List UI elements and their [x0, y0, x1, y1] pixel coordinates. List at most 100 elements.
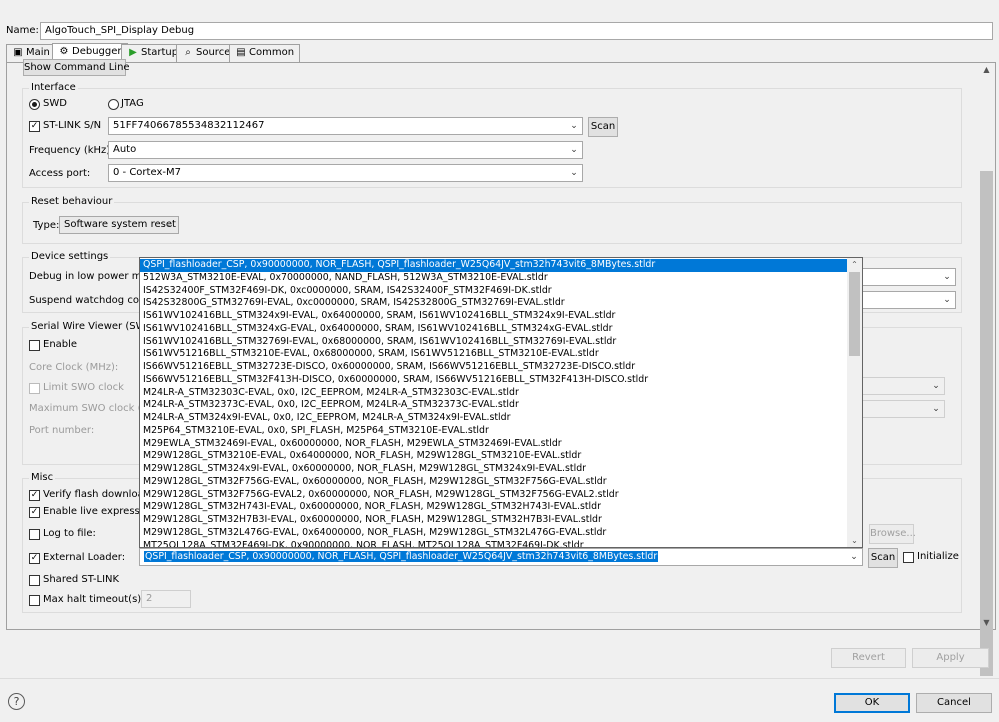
- log-to-file-label: Log to file:: [43, 528, 96, 539]
- name-input[interactable]: AlgoTouch_SPI_Display Debug: [40, 22, 993, 40]
- scan-stlink-button[interactable]: Scan: [588, 117, 618, 137]
- swo-select-2[interactable]: ⌄: [862, 400, 945, 418]
- play-icon: ▶: [129, 47, 137, 58]
- dropdown-option[interactable]: IS61WV102416BLL_STM324x9I-EVAL, 0x640000…: [140, 310, 847, 323]
- low-power-label: Debug in low power mod: [29, 271, 154, 282]
- low-power-select[interactable]: ⌄: [862, 268, 956, 286]
- shared-stlink-label: Shared ST-LINK: [43, 574, 120, 585]
- dropdown-list: QSPI_flashloader_CSP, 0x90000000, NOR_FL…: [140, 259, 847, 548]
- tab-source[interactable]: ⌕ Source: [176, 44, 237, 62]
- jtag-radio[interactable]: [108, 99, 119, 110]
- access-port-select[interactable]: 0 - Cortex-M7 ⌄: [108, 164, 583, 182]
- limit-swo-label: Limit SWO clock: [43, 382, 124, 393]
- browse-button[interactable]: Browse...: [869, 524, 916, 544]
- dropdown-scroll-up-icon[interactable]: ⌃: [847, 258, 862, 271]
- external-loader-select[interactable]: QSPI_flashloader_CSP, 0x90000000, NOR_FL…: [139, 548, 863, 566]
- dropdown-scroll-down-icon[interactable]: ⌄: [847, 534, 862, 547]
- stlink-sn-checkbox[interactable]: ✓: [29, 121, 40, 132]
- shared-stlink-checkbox[interactable]: [29, 575, 40, 586]
- reset-title: Reset behaviour: [29, 195, 115, 209]
- chevron-down-icon: ⌄: [932, 381, 940, 391]
- panel-scroll-thumb[interactable]: [980, 171, 993, 676]
- dropdown-option[interactable]: QSPI_flashloader_CSP, 0x90000000, NOR_FL…: [140, 259, 847, 272]
- scroll-down-icon[interactable]: ▼: [978, 616, 995, 629]
- scan-loader-button[interactable]: Scan: [868, 548, 898, 568]
- chevron-down-icon: ⌄: [570, 121, 578, 131]
- dropdown-option[interactable]: IS61WV102416BLL_STM324xG-EVAL, 0x6400000…: [140, 323, 847, 336]
- dropdown-scroll-thumb[interactable]: [849, 272, 860, 356]
- dropdown-option[interactable]: IS42S32400F_STM32F469I-DK, 0xc0000000, S…: [140, 285, 847, 298]
- footer-divider: [0, 678, 999, 679]
- external-loader-dropdown[interactable]: QSPI_flashloader_CSP, 0x90000000, NOR_FL…: [139, 257, 863, 548]
- core-clock-label: Core Clock (MHz):: [29, 362, 119, 373]
- stlink-sn-select[interactable]: 51FF74066785534832112467 ⌄: [108, 117, 583, 135]
- dropdown-option[interactable]: M29W128GL_STM324x9I-EVAL, 0x60000000, NO…: [140, 463, 847, 476]
- jtag-label: JTAG: [121, 98, 144, 109]
- show-command-line-button[interactable]: Show Command Line: [23, 59, 130, 76]
- misc-title: Misc: [29, 471, 56, 485]
- reset-type-label: Type:: [33, 220, 60, 231]
- dropdown-option[interactable]: IS42S32800G_STM32769I-EVAL, 0xc0000000, …: [140, 297, 847, 310]
- initialize-label: Initialize: [917, 551, 959, 562]
- device-settings-title: Device settings: [29, 250, 111, 264]
- frequency-label: Frequency (kHz):: [29, 145, 114, 156]
- ok-button[interactable]: OK: [834, 693, 910, 713]
- verify-flash-checkbox[interactable]: ✓: [29, 490, 40, 501]
- dropdown-option[interactable]: M25P64_STM3210E-EVAL, 0x0, SPI_FLASH, M2…: [140, 425, 847, 438]
- dropdown-option[interactable]: M24LR-A_STM32373C-EVAL, 0x0, I2C_EEPROM,…: [140, 399, 847, 412]
- chevron-down-icon: ⌄: [943, 295, 951, 305]
- panel-scrollbar[interactable]: ▲ ▼: [978, 63, 995, 676]
- max-halt-checkbox[interactable]: [29, 595, 40, 606]
- chevron-down-icon: ⌄: [850, 552, 858, 562]
- watchdog-select[interactable]: ⌄: [862, 291, 956, 309]
- swv-enable-label: Enable: [43, 339, 78, 350]
- reset-type-select[interactable]: Software system reset ⌄: [59, 216, 179, 234]
- swd-radio[interactable]: [29, 99, 40, 110]
- stlink-sn-label: ST-LINK S/N: [43, 120, 102, 131]
- dropdown-option[interactable]: M29EWLA_STM32469I-EVAL, 0x60000000, NOR_…: [140, 438, 847, 451]
- verify-flash-label: Verify flash download: [43, 489, 151, 500]
- dropdown-option[interactable]: M29W128GL_STM32L476G-EVAL, 0x64000000, N…: [140, 527, 847, 540]
- swv-enable-checkbox[interactable]: [29, 340, 40, 351]
- initialize-checkbox[interactable]: [903, 552, 914, 563]
- apply-button[interactable]: Apply: [912, 648, 989, 668]
- help-icon[interactable]: ?: [8, 693, 25, 710]
- chevron-down-icon: ⌄: [166, 220, 174, 230]
- common-icon: ▤: [236, 47, 246, 58]
- dropdown-scrollbar[interactable]: ⌃ ⌄: [847, 258, 862, 547]
- external-loader-checkbox[interactable]: ✓: [29, 553, 40, 564]
- dropdown-option[interactable]: IS66WV51216EBLL_STM32F413H-DISCO, 0x6000…: [140, 374, 847, 387]
- frequency-select[interactable]: Auto ⌄: [108, 141, 583, 159]
- cancel-button[interactable]: Cancel: [916, 693, 992, 713]
- log-to-file-checkbox[interactable]: [29, 529, 40, 540]
- revert-button[interactable]: Revert: [831, 648, 906, 668]
- dropdown-option[interactable]: IS66WV51216EBLL_STM32723E-DISCO, 0x60000…: [140, 361, 847, 374]
- swo-select-1[interactable]: ⌄: [862, 377, 945, 395]
- max-halt-input[interactable]: 2: [141, 590, 191, 608]
- dropdown-option[interactable]: M24LR-A_STM32303C-EVAL, 0x0, I2C_EEPROM,…: [140, 387, 847, 400]
- external-loader-label: External Loader:: [43, 552, 126, 563]
- dropdown-option[interactable]: M29W128GL_STM3210E-EVAL, 0x64000000, NOR…: [140, 450, 847, 463]
- dropdown-option[interactable]: M29W128GL_STM32H743I-EVAL, 0x60000000, N…: [140, 501, 847, 514]
- gear-icon: ⚙: [59, 46, 69, 57]
- chevron-down-icon: ⌄: [932, 404, 940, 414]
- dropdown-option[interactable]: IS61WV102416BLL_STM32769I-EVAL, 0x680000…: [140, 336, 847, 349]
- chevron-down-icon: ⌄: [570, 145, 578, 155]
- live-expression-checkbox[interactable]: ✓: [29, 507, 40, 518]
- max-swo-label: Maximum SWO clock (kh: [29, 403, 154, 414]
- name-label: Name:: [6, 25, 39, 36]
- access-port-label: Access port:: [29, 168, 91, 179]
- dropdown-option[interactable]: M29W128GL_STM32F756G-EVAL, 0x60000000, N…: [140, 476, 847, 489]
- tab-common[interactable]: ▤ Common: [229, 44, 301, 62]
- dropdown-option[interactable]: IS61WV51216BLL_STM3210E-EVAL, 0x68000000…: [140, 348, 847, 361]
- tab-startup[interactable]: ▶ Startup: [121, 44, 185, 62]
- port-number-label: Port number:: [29, 425, 95, 436]
- max-halt-label: Max halt timeout(s):: [43, 594, 145, 605]
- scroll-up-icon[interactable]: ▲: [978, 63, 995, 76]
- dropdown-option[interactable]: M29W128GL_STM32F756G-EVAL2, 0x60000000, …: [140, 489, 847, 502]
- dropdown-option[interactable]: 512W3A_STM3210E-EVAL, 0x70000000, NAND_F…: [140, 272, 847, 285]
- limit-swo-checkbox[interactable]: [29, 383, 40, 394]
- dropdown-option[interactable]: M24LR-A_STM324x9I-EVAL, 0x0, I2C_EEPROM,…: [140, 412, 847, 425]
- dropdown-option[interactable]: MT25QL128A_STM32F469I-DK, 0x90000000, NO…: [140, 540, 847, 548]
- dropdown-option[interactable]: M29W128GL_STM32H7B3I-EVAL, 0x60000000, N…: [140, 514, 847, 527]
